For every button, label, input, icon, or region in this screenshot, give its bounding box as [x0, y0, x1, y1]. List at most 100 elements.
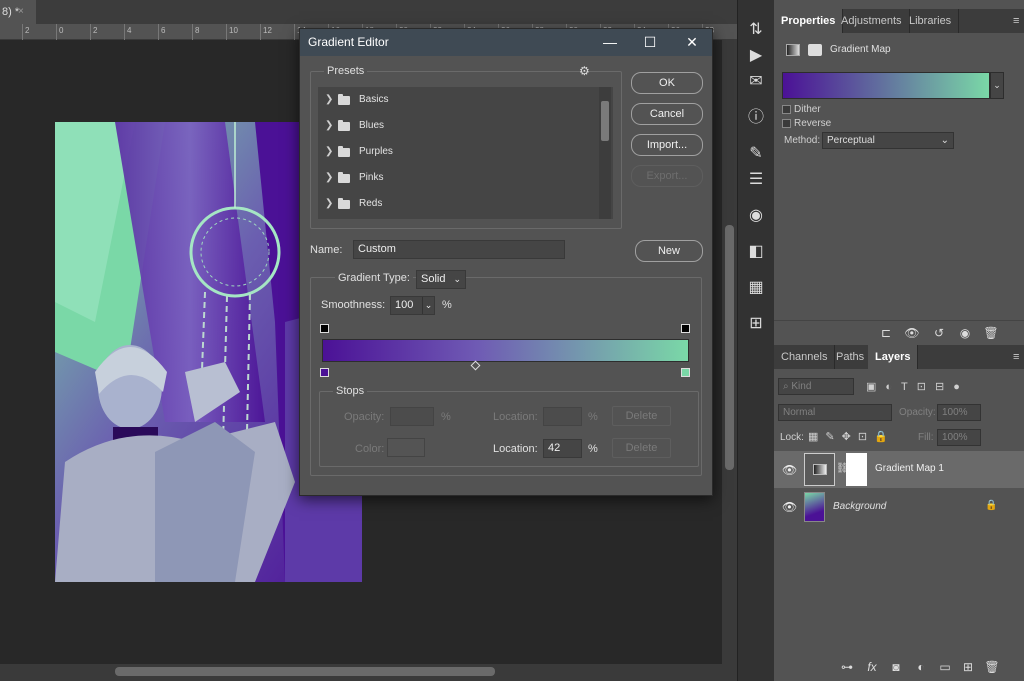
opacity-field[interactable]: 100%	[937, 404, 981, 421]
vertical-scroll-thumb[interactable]	[725, 225, 734, 470]
opacity-location-percent: %	[588, 411, 598, 423]
presets-list[interactable]: ❯ Basics ❯ Blues ❯ Purples ❯ Pinks ❯ Reds	[318, 87, 613, 219]
reset-icon[interactable]: ↺	[931, 325, 947, 341]
tab-channels[interactable]: Channels	[774, 345, 836, 369]
export-button[interactable]: Export...	[631, 165, 703, 187]
chevron-right-icon: ❯	[325, 172, 334, 183]
import-button[interactable]: Import...	[631, 134, 703, 156]
opacity-stop-right[interactable]	[681, 324, 690, 333]
add-mask-icon[interactable]: ◙	[888, 659, 904, 675]
chevron-right-icon: ❯	[325, 198, 334, 209]
ruler-tick	[56, 24, 57, 40]
layer-name[interactable]: Background	[833, 501, 886, 512]
opacity-location-input[interactable]	[543, 407, 582, 426]
smoothness-input[interactable]: 100 ⌄	[390, 296, 435, 315]
layer-visibility-eye-icon[interactable]: 👁	[782, 500, 797, 514]
visibility-icon[interactable]: ◉	[957, 325, 973, 341]
reverse-checkbox[interactable]	[782, 119, 791, 128]
new-layer-icon[interactable]: ⊞	[960, 659, 976, 675]
close-icon[interactable]: ✕	[672, 29, 712, 56]
name-input[interactable]: Custom	[353, 240, 565, 259]
stop-opacity-input[interactable]	[390, 407, 434, 426]
clip-to-layer-icon[interactable]: ⊏	[878, 325, 894, 341]
ok-button[interactable]: OK	[631, 72, 703, 94]
color-stop-right[interactable]	[681, 368, 690, 377]
comments-icon[interactable]: ✉	[742, 68, 770, 96]
preset-folder-pinks[interactable]: ❯ Pinks	[318, 165, 598, 191]
brushes-icon[interactable]: ☰	[742, 166, 770, 194]
brush-settings-icon[interactable]: ✎	[742, 140, 770, 168]
swatches-icon[interactable]: ▦	[742, 274, 770, 302]
opacity-value: 100%	[942, 407, 968, 418]
presets-scroll-thumb[interactable]	[601, 101, 609, 141]
opacity-stop-left[interactable]	[320, 324, 329, 333]
panel-menu-icon[interactable]: ≡	[1006, 9, 1024, 33]
preset-folder-reds[interactable]: ❯ Reds	[318, 191, 598, 217]
fx-icon[interactable]: fx	[864, 659, 880, 675]
tab-libraries[interactable]: Libraries	[902, 9, 960, 33]
layer-name[interactable]: Gradient Map 1	[875, 463, 944, 474]
preset-folder-basics[interactable]: ❯ Basics	[318, 87, 598, 113]
delete-layer-icon[interactable]: 🗑	[984, 659, 1000, 675]
preset-folder-purples[interactable]: ❯ Purples	[318, 139, 598, 165]
fill-field[interactable]: 100%	[937, 429, 981, 446]
layer-filter-icons[interactable]: ▣◐T⊡⊟●	[866, 380, 969, 393]
tab-properties[interactable]: Properties	[774, 9, 844, 33]
new-button[interactable]: New	[635, 240, 703, 262]
dither-checkbox[interactable]	[782, 105, 791, 114]
ruler-tick	[124, 24, 125, 40]
gradient-type-dropdown[interactable]: Solid ⌄	[416, 270, 466, 289]
document-tab-label: 8) *	[2, 6, 20, 18]
gradient-picker-chevron-down-icon[interactable]: ⌄	[990, 72, 1004, 99]
adjustment-layer-icon[interactable]: ◐	[913, 659, 929, 675]
tables-icon[interactable]: ⊞	[742, 310, 770, 338]
layer-row-background[interactable]: 👁 Background 🔒	[774, 488, 1024, 525]
tab-paths[interactable]: Paths	[829, 345, 873, 369]
layer-visibility-eye-icon[interactable]: 👁	[782, 463, 797, 477]
color-delete-button[interactable]: Delete	[612, 438, 671, 458]
blend-mode-dropdown[interactable]: Normal	[778, 404, 892, 421]
gradient-bar[interactable]	[322, 339, 689, 362]
panel-menu-icon[interactable]: ≡	[1006, 345, 1024, 369]
tab-layers[interactable]: Layers	[868, 345, 919, 369]
layer-filter-dropdown[interactable]: ⌕ Kind	[778, 378, 854, 395]
presets-gear-icon[interactable]: ⚙	[579, 64, 590, 78]
panel-dock-toolstrip: ⇅ ▶ ✉ ⓘ ✎ ☰ ◉ ◧ ▦ ⊞	[737, 0, 774, 681]
method-dropdown[interactable]: Perceptual ⌄	[822, 132, 954, 149]
ruler-label: 8	[195, 26, 200, 35]
tab-adjustments[interactable]: Adjustments	[834, 9, 910, 33]
maximize-icon[interactable]: ☐	[630, 29, 670, 56]
fill-label: Fill:	[918, 432, 934, 443]
gradients-icon[interactable]: ◧	[742, 238, 770, 266]
gradient-map-preview[interactable]	[782, 72, 990, 99]
link-layers-icon[interactable]: ⊶	[839, 659, 855, 675]
chevron-down-icon: ⌄	[453, 274, 461, 284]
layer-row-gradient-map[interactable]: 👁 ⛓ Gradient Map 1	[774, 451, 1024, 488]
info-icon[interactable]: ⓘ	[742, 104, 770, 132]
layer-mask-thumbnail[interactable]	[846, 453, 867, 486]
color-location-input[interactable]: 42	[543, 439, 582, 458]
stop-color-swatch[interactable]	[387, 438, 425, 457]
chevron-down-icon[interactable]: ⌄	[422, 297, 434, 314]
delete-icon[interactable]: 🗑	[983, 325, 999, 341]
view-previous-state-icon[interactable]: 👁	[904, 325, 920, 341]
history-icon[interactable]: ⇅	[742, 16, 770, 44]
new-group-icon[interactable]: ▭	[937, 659, 953, 675]
minimize-icon[interactable]: —	[590, 29, 630, 56]
ruler-tick	[158, 24, 159, 40]
lock-icons[interactable]: ▦✎✥⊡🔒	[808, 430, 895, 443]
preset-folder-label: Pinks	[359, 172, 384, 183]
ruler-label: 0	[59, 26, 64, 35]
mask-icon[interactable]	[808, 44, 822, 56]
color-palette-icon[interactable]: ◉	[742, 202, 770, 230]
filter-kind-value: Kind	[791, 381, 812, 392]
opacity-delete-button[interactable]: Delete	[612, 406, 671, 426]
opacity-location-label: Location:	[493, 411, 538, 423]
color-stop-left[interactable]	[320, 368, 329, 377]
close-icon[interactable]: ×	[18, 0, 30, 24]
cancel-button[interactable]: Cancel	[631, 103, 703, 125]
actions-play-icon[interactable]: ▶	[742, 42, 770, 70]
folder-icon	[338, 172, 350, 183]
preset-folder-blues[interactable]: ❯ Blues	[318, 113, 598, 139]
horizontal-scroll-thumb[interactable]	[115, 667, 495, 676]
